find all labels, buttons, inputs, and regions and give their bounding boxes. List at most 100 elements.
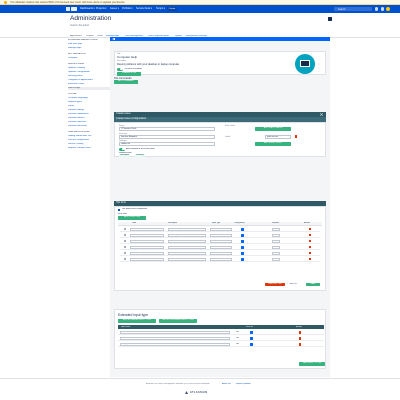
row-description-input[interactable]: Files [168, 257, 206, 261]
row-description-input[interactable]: Version [168, 245, 206, 249]
required-description-chip[interactable]: Description [119, 154, 130, 158]
sidebar-item-find-apps[interactable]: Find new apps [68, 43, 110, 46]
row-label-input[interactable]: Labels [130, 239, 164, 243]
change-icon-button[interactable]: CHANGE ICON [117, 72, 141, 76]
row-label-input[interactable]: Description [130, 251, 164, 255]
save-tile-button[interactable]: SAVE [306, 282, 320, 287]
drag-handle-icon[interactable] [124, 239, 126, 243]
sidebar-item-portfolio-components[interactable]: Portfolio components [68, 113, 110, 116]
row-label-input[interactable]: Affects Version [130, 245, 164, 249]
configure-icon[interactable] [241, 239, 244, 243]
title-value[interactable]: Computer Help [117, 56, 137, 60]
configure-icon[interactable] [241, 233, 244, 237]
labels-input[interactable]: pulse-vaccine [265, 134, 291, 139]
back-arrow-icon[interactable] [112, 37, 115, 41]
row-description-input[interactable]: Issue key [168, 233, 206, 237]
row-label-input[interactable]: Summary [130, 227, 164, 231]
drag-handle-icon[interactable] [124, 227, 126, 231]
row-type-select[interactable]: Text area [210, 251, 232, 255]
row-type-select[interactable]: Labels [210, 239, 232, 243]
link-type-select[interactable]: relates to [119, 142, 215, 146]
save-input-types-button[interactable]: SAVE INPUT TYPES [299, 362, 325, 366]
required-select[interactable] [272, 233, 280, 237]
computer-icon[interactable] [295, 54, 315, 74]
input-name-field[interactable]: Category [120, 343, 230, 346]
sidebar-item-portfolio-extension[interactable]: Portfolio extension [68, 121, 110, 124]
row-description-input[interactable]: Description [168, 251, 206, 255]
sidebar-item-portfolio-features[interactable]: Portfolio features [68, 117, 110, 120]
tab-issues[interactable]: Issues [97, 35, 103, 38]
sidebar-item-request-types[interactable]: Request types [68, 101, 110, 104]
sidebar-item-updates-pending[interactable]: Updates Pending [68, 67, 110, 70]
trash-icon[interactable] [299, 343, 301, 346]
standalone-toggle[interactable] [119, 147, 125, 151]
search-input[interactable]: Search [334, 6, 372, 12]
tools-icon[interactable] [328, 17, 332, 21]
footer-about-link[interactable]: About Jira [222, 383, 231, 386]
sidebar-item-configure[interactable]: Configure [68, 57, 110, 60]
edit-values-icon[interactable] [250, 331, 253, 334]
drag-handle-icon[interactable] [124, 257, 126, 261]
row-type-select[interactable]: Select [210, 233, 232, 237]
required-summary-chip[interactable]: Summary [135, 154, 145, 158]
sidebar-item-getting-started[interactable]: Getting started with JSD [68, 135, 110, 138]
tab-applications[interactable]: Applications [70, 35, 82, 38]
configure-icon[interactable] [241, 251, 244, 255]
required-select[interactable] [272, 239, 280, 243]
cancel-button[interactable]: CANCEL [289, 283, 297, 286]
drag-handle-icon[interactable] [124, 245, 126, 249]
drag-handle-icon[interactable] [124, 251, 126, 255]
sidebar-item-jsd-config[interactable]: JSD/SR configuration [68, 139, 110, 142]
add-static-field-button[interactable]: ADD STATIC FIELD [255, 142, 291, 146]
configure-icon[interactable] [241, 257, 244, 261]
edit-values-icon[interactable] [250, 337, 253, 340]
row-type-select[interactable]: Text [210, 227, 232, 231]
row-label-input[interactable]: Issue Key [130, 233, 164, 237]
required-select[interactable] [272, 257, 280, 261]
admin-search[interactable]: Search Jira admin [70, 24, 89, 27]
row-type-select[interactable]: Version [210, 245, 232, 249]
configure-icon[interactable] [241, 245, 244, 249]
trash-icon[interactable] [309, 251, 311, 255]
required-select[interactable] [272, 227, 280, 231]
trash-icon[interactable] [299, 337, 301, 340]
drag-handle-icon[interactable] [124, 233, 126, 237]
required-select[interactable] [272, 251, 280, 255]
row-description-input[interactable]: Short summary [168, 227, 206, 231]
jira-logo[interactable] [71, 6, 77, 11]
enabled-toggle[interactable] [117, 67, 123, 71]
trash-icon[interactable] [309, 227, 311, 231]
trash-icon[interactable] [295, 135, 297, 138]
nav-projects[interactable]: Projects ▾ [96, 7, 107, 10]
trash-icon[interactable] [309, 233, 311, 237]
row-label-input[interactable]: Attachment [130, 257, 164, 261]
sidebar-item-portfolio-settings[interactable]: Portfolio settings [68, 109, 110, 112]
add-extended-input-button[interactable]: ADD EXTENDED INPUT TYPE [118, 319, 156, 323]
sidebar-item-security[interactable]: Security profile [68, 75, 110, 78]
sidebar-item-portfolio-tasks[interactable]: Portfolio tasks/form [68, 125, 110, 128]
trash-icon[interactable] [299, 331, 301, 334]
app-switcher-icon[interactable] [66, 7, 70, 11]
sidebar-item-request-catalog[interactable]: Request Catalog Client [68, 147, 110, 150]
sidebar-item-extension[interactable]: Extension Points [68, 83, 110, 86]
create-button[interactable]: Create [167, 6, 177, 12]
sidebar-item-updates-config[interactable]: Updates Configuration [68, 71, 110, 74]
configure-icon[interactable] [241, 227, 244, 231]
help-icon[interactable] [374, 7, 378, 11]
nav-service-desk[interactable]: Service Desk ▾ [136, 7, 152, 10]
add-command-button[interactable]: ADD COMMAND [114, 80, 138, 84]
sidebar-item-languages[interactable]: Customer languages [68, 97, 110, 100]
input-name-field[interactable]: Location [120, 331, 230, 334]
sidebar-item-data-keys[interactable]: Data & Keys [68, 87, 110, 90]
sidebar-item-service-catalog[interactable]: Service Catalog [68, 143, 110, 146]
row-type-select[interactable]: File [210, 257, 232, 261]
remove-tile-button[interactable]: REMOVE TILE [265, 282, 285, 287]
tab-projects[interactable]: Projects [86, 35, 94, 38]
issue-type-select[interactable]: Service Request [119, 134, 215, 139]
required-select[interactable] [272, 245, 280, 249]
import-extended-input-button[interactable]: IMPORT EXTENDED INPUT TYPE [159, 319, 197, 323]
trash-icon[interactable] [309, 245, 311, 249]
description-value[interactable]: Report problems with your desktop or lap… [117, 63, 179, 66]
settings-icon[interactable] [380, 7, 384, 11]
sidebar-item-manage-apps[interactable]: Manage apps [68, 47, 110, 50]
